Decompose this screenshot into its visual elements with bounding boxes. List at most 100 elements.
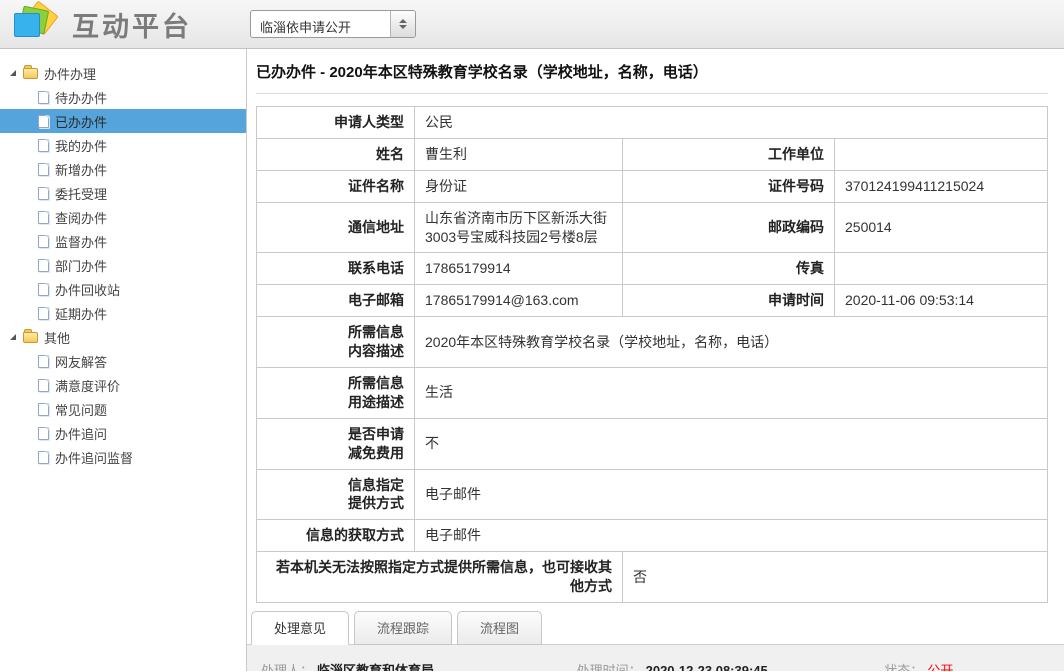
apply-time-label: 申请时间 bbox=[623, 285, 835, 317]
phone-value: 17865179914 bbox=[415, 253, 623, 285]
work-unit-label: 工作单位 bbox=[623, 138, 835, 170]
tab-flow-chart[interactable]: 流程图 bbox=[457, 611, 542, 645]
expand-arrow-icon[interactable] bbox=[10, 334, 16, 340]
fax-value bbox=[835, 253, 1048, 285]
handling-opinion-panel: 处理人：临淄区教育和体育局 处理时间：2020-12-23 08:39:45 状… bbox=[247, 644, 1064, 671]
status-badge: 公开 bbox=[927, 663, 953, 671]
sidebar-section-label: 其他 bbox=[44, 328, 70, 347]
sidebar-item-followup-supervision[interactable]: 办件追问监督 bbox=[0, 445, 246, 469]
channel-select-value: 临淄依申请公开 bbox=[251, 11, 390, 37]
document-icon bbox=[38, 379, 49, 392]
tab-handling-opinion[interactable]: 处理意见 bbox=[251, 611, 349, 645]
apply-time-value: 2020-11-06 09:53:14 bbox=[835, 285, 1048, 317]
table-row: 证件名称 身份证 证件号码 370124199411215024 bbox=[257, 170, 1048, 202]
sidebar-item-todo-items[interactable]: 待办办件 bbox=[0, 85, 246, 109]
document-icon bbox=[38, 187, 49, 200]
alternative-method-value: 否 bbox=[623, 552, 1048, 603]
table-row: 姓名 曹生利 工作单位 bbox=[257, 138, 1048, 170]
tab-process-tracking[interactable]: 流程跟踪 bbox=[354, 611, 452, 645]
sidebar-section-item-handling[interactable]: 办件办理 bbox=[0, 61, 246, 85]
phone-label: 联系电话 bbox=[257, 253, 415, 285]
mailing-address-value: 山东省济南市历下区新泺大街3003号宝威科技园2号楼8层 bbox=[415, 202, 623, 253]
document-icon bbox=[38, 259, 49, 272]
certificate-number-value: 370124199411215024 bbox=[835, 170, 1048, 202]
postal-code-value: 250014 bbox=[835, 202, 1048, 253]
sidebar-item-entrusted-acceptance[interactable]: 委托受理 bbox=[0, 181, 246, 205]
email-value: 17865179914@163.com bbox=[415, 285, 623, 317]
channel-select[interactable]: 临淄依申请公开 bbox=[250, 10, 416, 38]
document-icon bbox=[38, 355, 49, 368]
sidebar-item-my-items[interactable]: 我的办件 bbox=[0, 133, 246, 157]
select-stepper-icon[interactable] bbox=[390, 11, 415, 37]
result-tabs: 处理意见 流程跟踪 流程图 bbox=[247, 611, 1064, 644]
arrow-up-icon bbox=[399, 19, 407, 23]
sidebar-item-department-items[interactable]: 部门办件 bbox=[0, 253, 246, 277]
table-row: 联系电话 17865179914 传真 bbox=[257, 253, 1048, 285]
table-row: 申请人类型 公民 bbox=[257, 107, 1048, 139]
sidebar-item-label: 监督办件 bbox=[55, 232, 107, 251]
document-icon bbox=[38, 283, 49, 296]
sidebar-item-delayed-items[interactable]: 延期办件 bbox=[0, 301, 246, 325]
handle-time-group: 处理时间：2020-12-23 08:39:45 bbox=[577, 660, 885, 671]
document-icon bbox=[38, 211, 49, 224]
title-divider bbox=[256, 93, 1048, 94]
alternative-method-label: 若本机关无法按照指定方式提供所需信息，也可接收其他方式 bbox=[257, 552, 623, 603]
document-icon bbox=[38, 163, 49, 176]
obtain-method-label: 信息的获取方式 bbox=[257, 520, 415, 552]
sidebar-item-label: 办件回收站 bbox=[55, 280, 120, 299]
sidebar-item-label: 满意度评价 bbox=[55, 376, 120, 395]
delivery-method-value: 电子邮件 bbox=[415, 469, 1048, 520]
table-row: 通信地址 山东省济南市历下区新泺大街3003号宝威科技园2号楼8层 邮政编码 2… bbox=[257, 202, 1048, 253]
fee-waiver-label: 是否申请 减免费用 bbox=[257, 418, 415, 469]
sidebar-item-view-items[interactable]: 查阅办件 bbox=[0, 205, 246, 229]
table-row: 是否申请 减免费用 不 bbox=[257, 418, 1048, 469]
sidebar-item-new-item[interactable]: 新增办件 bbox=[0, 157, 246, 181]
fee-waiver-value: 不 bbox=[415, 418, 1048, 469]
table-row: 所需信息 用途描述 生活 bbox=[257, 368, 1048, 419]
arrow-down-icon bbox=[399, 25, 407, 29]
info-purpose-label: 所需信息 用途描述 bbox=[257, 368, 415, 419]
certificate-name-value: 身份证 bbox=[415, 170, 623, 202]
mailing-address-label: 通信地址 bbox=[257, 202, 415, 253]
app-logo-icon bbox=[12, 4, 58, 44]
page-title: 已办办件 - 2020年本区特殊教育学校名录（学校地址，名称，电话） bbox=[256, 61, 1048, 82]
main-content: 已办办件 - 2020年本区特殊教育学校名录（学校地址，名称，电话） 申请人类型… bbox=[247, 49, 1064, 671]
sidebar-item-label: 查阅办件 bbox=[55, 208, 107, 227]
postal-code-label: 邮政编码 bbox=[623, 202, 835, 253]
expand-arrow-icon[interactable] bbox=[10, 70, 16, 76]
document-icon bbox=[38, 307, 49, 320]
sidebar-item-label: 我的办件 bbox=[55, 136, 107, 155]
applicant-type-value: 公民 bbox=[415, 107, 1048, 139]
app-title: 互动平台 bbox=[72, 5, 192, 44]
sidebar-item-item-followup[interactable]: 办件追问 bbox=[0, 421, 246, 445]
sidebar-item-label: 延期办件 bbox=[55, 304, 107, 323]
document-icon bbox=[38, 235, 49, 248]
handle-time-value: 2020-12-23 08:39:45 bbox=[646, 663, 768, 671]
handler-value: 临淄区教育和体育局 bbox=[317, 663, 434, 671]
work-unit-value bbox=[835, 138, 1048, 170]
sidebar-item-label: 新增办件 bbox=[55, 160, 107, 179]
certificate-name-label: 证件名称 bbox=[257, 170, 415, 202]
document-icon bbox=[38, 403, 49, 416]
sidebar-section-others[interactable]: 其他 bbox=[0, 325, 246, 349]
sidebar-item-satisfaction-rating[interactable]: 满意度评价 bbox=[0, 373, 246, 397]
sidebar-item-done-items[interactable]: 已办办件 bbox=[0, 109, 246, 133]
document-icon bbox=[38, 91, 49, 104]
sidebar-item-label: 常见问题 bbox=[55, 400, 107, 419]
info-content-label: 所需信息 内容描述 bbox=[257, 317, 415, 368]
info-purpose-value: 生活 bbox=[415, 368, 1048, 419]
obtain-method-value: 电子邮件 bbox=[415, 520, 1048, 552]
document-icon bbox=[38, 115, 49, 128]
sidebar-item-label: 部门办件 bbox=[55, 256, 107, 275]
info-content-value: 2020年本区特殊教育学校名录（学校地址，名称，电话） bbox=[415, 317, 1048, 368]
sidebar-section-label: 办件办理 bbox=[44, 64, 96, 83]
table-row: 信息指定 提供方式 电子邮件 bbox=[257, 469, 1048, 520]
application-detail-table: 申请人类型 公民 姓名 曹生利 工作单位 证件名称 身份证 证件号码 37012… bbox=[256, 106, 1048, 603]
sidebar-item-netizen-answers[interactable]: 网友解答 bbox=[0, 349, 246, 373]
sidebar-item-supervised-items[interactable]: 监督办件 bbox=[0, 229, 246, 253]
sidebar-item-recycle-bin[interactable]: 办件回收站 bbox=[0, 277, 246, 301]
sidebar-item-faq[interactable]: 常见问题 bbox=[0, 397, 246, 421]
table-row: 电子邮箱 17865179914@163.com 申请时间 2020-11-06… bbox=[257, 285, 1048, 317]
document-icon bbox=[38, 427, 49, 440]
delivery-method-label: 信息指定 提供方式 bbox=[257, 469, 415, 520]
